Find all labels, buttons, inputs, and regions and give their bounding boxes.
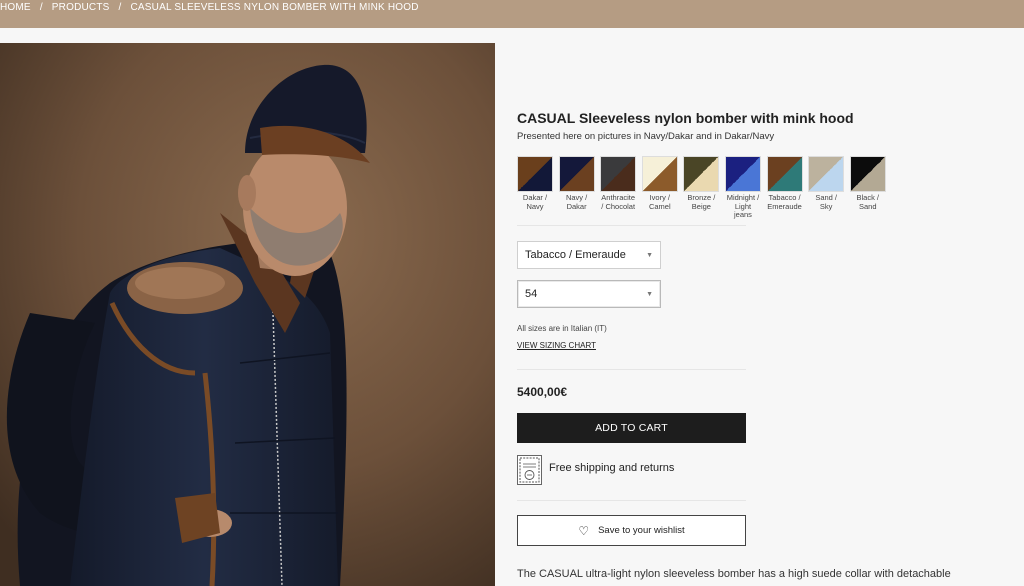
color-swatches: Dakar / Navy Navy / Dakar Anthracite / Cho… xyxy=(517,156,891,220)
breadcrumb-current: CASUAL SLEEVELESS NYLON BOMBER WITH MINK… xyxy=(130,2,419,13)
breadcrumb-separator: / xyxy=(118,2,122,13)
swatch-label: Navy / Dakar xyxy=(565,193,588,211)
color-swatch[interactable]: Bronze / Beige xyxy=(683,156,720,220)
swatch-chip xyxy=(724,156,761,192)
product-photo xyxy=(0,43,495,586)
divider xyxy=(517,225,746,226)
save-to-wishlist-button[interactable]: ♡ Save to your wishlist xyxy=(517,515,746,546)
swatch-chip xyxy=(766,156,803,192)
product-title: CASUAL Sleeveless nylon bomber with mink… xyxy=(517,110,854,126)
color-swatch[interactable]: Navy / Dakar xyxy=(558,156,595,220)
product-subtitle: Presented here on pictures in Navy/Dakar… xyxy=(517,131,775,142)
swatch-label: Bronze / Beige xyxy=(687,193,716,211)
size-select-value: 54 xyxy=(525,288,538,300)
swatch-label: Tabacco / Emeraude xyxy=(767,193,802,211)
breadcrumb-separator: / xyxy=(39,2,43,13)
color-swatch[interactable]: Sand / Sky xyxy=(808,156,845,220)
color-swatch[interactable]: Ivory / Camel xyxy=(641,156,678,220)
swatch-label: Dakar / Navy xyxy=(522,193,548,211)
view-sizing-chart-link[interactable]: VIEW SIZING CHART xyxy=(517,341,596,350)
swatch-chip xyxy=(641,156,678,192)
caret-down-icon: ▼ xyxy=(646,290,653,298)
swatch-label: Sand / Sky xyxy=(815,193,837,211)
color-swatch[interactable]: Dakar / Navy xyxy=(517,156,553,220)
swatch-label: Black / Sand xyxy=(856,193,879,211)
breadcrumb: HOME / PRODUCTS / CASUAL SLEEVELESS NYLO… xyxy=(0,2,419,13)
color-select[interactable]: Tabacco / Emeraude ▼ xyxy=(517,241,661,269)
wishlist-label: Save to your wishlist xyxy=(598,525,685,536)
swatch-chip xyxy=(600,156,637,192)
product-description: The CASUAL ultra-light nylon sleeveless … xyxy=(517,568,951,580)
breadcrumb-products[interactable]: PRODUCTS xyxy=(52,2,110,13)
breadcrumb-bar: HOME / PRODUCTS / CASUAL SLEEVELESS NYLO… xyxy=(0,0,1024,28)
caret-down-icon: ▼ xyxy=(646,251,653,259)
product-price: 5400,00€ xyxy=(517,385,568,399)
color-swatch[interactable]: Anthracite / Chocolat xyxy=(600,156,637,220)
swatch-label: Anthracite / Chocolat xyxy=(601,193,636,211)
color-select-value: Tabacco / Emeraude xyxy=(525,249,626,261)
size-select[interactable]: 54 ▼ xyxy=(517,280,661,308)
color-swatch[interactable]: Tabacco / Emeraude xyxy=(766,156,803,220)
swatch-chip xyxy=(517,156,553,192)
breadcrumb-home[interactable]: HOME xyxy=(0,2,31,13)
swatch-chip xyxy=(558,156,595,192)
divider xyxy=(517,500,746,501)
sizes-note: All sizes are in Italian (IT) xyxy=(517,324,607,333)
swatch-label: Ivory / Camel xyxy=(648,193,671,211)
heart-icon: ♡ xyxy=(578,523,590,538)
swatch-chip xyxy=(849,156,886,192)
color-swatch[interactable]: Midnight / Light jeans xyxy=(724,156,761,220)
divider xyxy=(517,369,746,370)
stamp-icon xyxy=(517,455,542,485)
add-to-cart-button[interactable]: ADD TO CART xyxy=(517,413,746,443)
swatch-label: Midnight / Light jeans xyxy=(726,193,760,219)
color-swatch[interactable]: Black / Sand xyxy=(849,156,886,220)
free-shipping-text: Free shipping and returns xyxy=(549,462,675,474)
swatch-chip xyxy=(808,156,845,192)
swatch-chip xyxy=(683,156,720,192)
